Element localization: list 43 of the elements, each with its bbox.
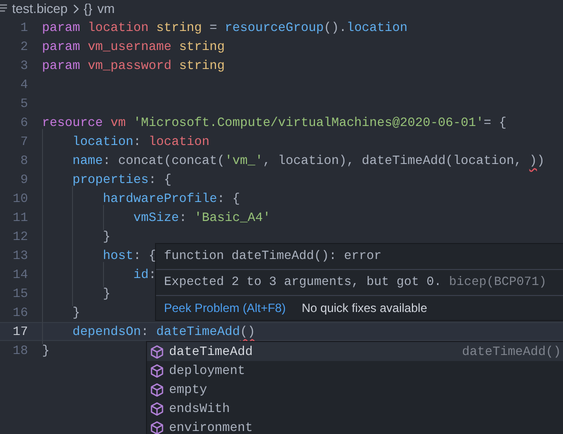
no-fixes-note: No quick fixes available [302, 300, 428, 317]
cube-icon [150, 402, 164, 416]
line-number: 12 [12, 228, 28, 246]
suggestion-item[interactable]: environment [147, 418, 563, 434]
symbol-glyph: {} [84, 0, 92, 18]
suggestion-item[interactable]: endsWith [147, 399, 563, 418]
code-line: param vm_password string [42, 56, 225, 75]
line-number: 15 [12, 284, 28, 303]
line-number: 14 [12, 266, 28, 284]
line-number: 3 [19, 56, 28, 75]
line-number: 16 [12, 304, 28, 322]
line-number: 1 [19, 18, 28, 37]
line-number: 4 [19, 76, 28, 94]
suggestion-item[interactable]: dateTimeAdd dateTimeAdd() [147, 342, 563, 361]
line-number: 9 [19, 170, 28, 189]
code-line: resource vm 'Microsoft.Compute/virtualMachines@2020-06-01'= { [42, 114, 506, 132]
cube-icon [150, 382, 164, 396]
suggestion-item[interactable]: deployment [147, 361, 563, 380]
line-number: 2 [19, 38, 28, 56]
code-line: param location string = resourceGroup().location [42, 18, 408, 37]
line-number: 13 [12, 246, 28, 265]
suggestion-item[interactable]: empty [147, 380, 563, 399]
breadcrumb-symbol[interactable]: vm [97, 0, 115, 19]
error-message: Expected 2 to 3 arguments, but got 0. bicep(BCP071) [156, 270, 563, 296]
chevron-right-icon [72, 4, 79, 14]
cube-icon [150, 420, 164, 434]
hover-signature: function dateTimeAdd(): error [156, 244, 563, 270]
line-number: 11 [12, 208, 28, 227]
line-number: 8 [19, 152, 28, 170]
cube-icon [150, 364, 164, 378]
line-number: 17 [12, 322, 28, 341]
line-number: 5 [19, 94, 28, 113]
file-lines-icon [0, 4, 7, 14]
line-number: 7 [19, 132, 28, 151]
line-number: 6 [19, 114, 28, 132]
breadcrumb-file[interactable]: test.bicep [12, 0, 68, 19]
line-number: 10 [12, 190, 28, 208]
line-number: 18 [12, 342, 28, 360]
code-line: dependsOn: dateTimeAdd() [42, 322, 256, 342]
peek-problem-link[interactable]: Peek Problem (Alt+F8) [164, 299, 286, 317]
code-line: } [42, 342, 50, 360]
cube-icon [150, 344, 164, 358]
code-line: param vm_username string [42, 38, 225, 56]
